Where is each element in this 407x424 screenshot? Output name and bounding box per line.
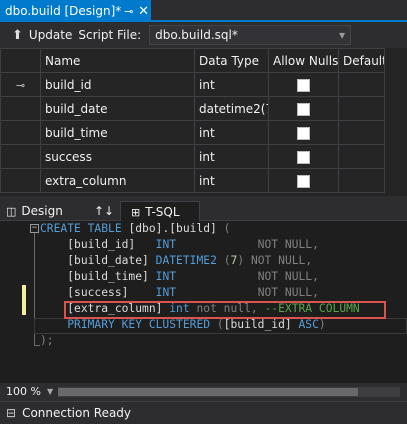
status-bar: ⊟ Connection Ready [0, 401, 407, 424]
zoom-chevron-down-icon[interactable]: ▼ [47, 387, 53, 396]
pin-icon[interactable]: ⊸ [121, 5, 136, 18]
cell-default[interactable] [338, 96, 385, 121]
cell-allow-nulls[interactable] [268, 72, 339, 97]
column-header-data-type[interactable]: Data Type [194, 48, 269, 73]
row-selector[interactable] [0, 120, 41, 145]
script-icon: ⊞ [131, 205, 141, 219]
grid-header-row: Name Data Type Allow Nulls Default [0, 48, 385, 73]
cell-name[interactable]: build_date [40, 96, 195, 121]
cell-name[interactable]: extra_column [40, 168, 195, 193]
document-tab[interactable]: dbo.build [Design]* ⊸ ✕ [0, 0, 151, 22]
designer-toolbar: ⬆ Update Script File: dbo.build.sql* ▼ [0, 22, 407, 48]
cell-default[interactable] [338, 144, 385, 169]
cell-name[interactable]: build_id [40, 72, 195, 97]
code-line: [build_id] INT NOT NULL, [67, 238, 319, 251]
zoom-level[interactable]: 100 % [6, 385, 41, 398]
cell-default[interactable] [338, 168, 385, 193]
code-lines: CREATE TABLE [dbo].[build] ( [build_id] … [40, 221, 360, 349]
tsql-editor[interactable]: − CREATE TABLE [dbo].[build] ( [build_id… [0, 221, 407, 383]
code-line: ); [40, 334, 54, 347]
cell-allow-nulls[interactable] [268, 144, 339, 169]
allow-nulls-checkbox[interactable] [297, 78, 310, 92]
cell-default[interactable] [338, 72, 385, 97]
row-selector[interactable] [0, 168, 41, 193]
code-line: [build_time] INT NOT NULL, [67, 270, 319, 283]
allow-nulls-checkbox[interactable] [297, 150, 310, 164]
upload-icon: ⬆ [12, 27, 23, 43]
cell-default[interactable] [338, 120, 385, 145]
close-icon[interactable]: ✕ [136, 4, 151, 19]
cell-allow-nulls[interactable] [268, 120, 339, 145]
status-text: Connection Ready [22, 406, 132, 420]
tab-tsql[interactable]: ⊞ T-SQL [120, 201, 200, 222]
allow-nulls-checkbox[interactable] [297, 174, 310, 188]
update-label: Update [28, 28, 73, 42]
allow-nulls-checkbox[interactable] [297, 126, 310, 140]
allow-nulls-checkbox[interactable] [297, 102, 310, 116]
cell-data-type[interactable]: int [194, 144, 269, 169]
cell-allow-nulls[interactable] [268, 168, 339, 193]
row-selector-header [0, 48, 41, 73]
table-row[interactable]: ⊸ build_id int [0, 72, 385, 97]
swap-icon: ↑↓ [94, 204, 115, 218]
cell-data-type[interactable]: int [194, 120, 269, 145]
swap-panes-button[interactable]: ↑↓ [94, 201, 114, 221]
cell-name[interactable]: build_time [40, 120, 195, 145]
column-header-default[interactable]: Default [338, 48, 385, 73]
chevron-down-icon: ▼ [339, 30, 346, 40]
table-row[interactable]: build_date datetime2(7) [0, 96, 385, 121]
extra-column-highlight-box [64, 301, 386, 319]
tab-design[interactable]: ◫ Design [6, 201, 63, 221]
connection-icon: ⊟ [6, 406, 17, 420]
row-selector[interactable]: ⊸ [0, 72, 41, 97]
cell-data-type[interactable]: int [194, 72, 269, 97]
horizontal-scrollbar[interactable] [58, 387, 400, 397]
table-row[interactable]: success int [0, 144, 385, 169]
script-file-value: dbo.build.sql* [155, 28, 238, 42]
column-header-name[interactable]: Name [40, 48, 195, 73]
editor-margin [0, 221, 34, 383]
table-row[interactable]: extra_column int [0, 168, 385, 193]
cell-data-type[interactable]: datetime2(7) [194, 96, 269, 121]
cell-allow-nulls[interactable] [268, 96, 339, 121]
script-file-combo[interactable]: dbo.build.sql* ▼ [149, 25, 352, 45]
code-line: [build_date] DATETIME2 (7) NOT NULL, [67, 254, 313, 267]
table-row[interactable]: build_time int [0, 120, 385, 145]
code-line: PRIMARY KEY CLUSTERED ([build_id] ASC) [67, 318, 326, 331]
document-tab-title: dbo.build [Design]* [5, 4, 122, 18]
document-tab-strip: dbo.build [Design]* ⊸ ✕ [0, 0, 407, 22]
code-line: [success] INT NOT NULL, [67, 286, 319, 299]
update-button[interactable]: ⬆ Update [8, 24, 76, 46]
primary-key-icon: ⊸ [15, 78, 26, 92]
tab-design-label: Design [21, 204, 63, 218]
scrollbar-thumb[interactable] [58, 388, 358, 396]
collapse-icon[interactable]: − [30, 224, 39, 233]
columns-grid: Name Data Type Allow Nulls Default ⊸ bui… [0, 48, 407, 196]
script-file-label: Script File: [78, 28, 142, 42]
row-selector[interactable] [0, 144, 41, 169]
code-line: CREATE TABLE [dbo].[build] ( [40, 222, 231, 235]
column-header-allow-nulls[interactable]: Allow Nulls [268, 48, 339, 73]
change-indicator [22, 285, 26, 315]
design-icon: ◫ [6, 204, 17, 218]
cell-name[interactable]: success [40, 144, 195, 169]
cell-data-type[interactable]: int [194, 168, 269, 193]
zoom-bar: 100 % ▼ [0, 383, 407, 400]
pane-tabs: ◫ Design ↑↓ ⊞ T-SQL [0, 201, 407, 222]
row-selector[interactable] [0, 96, 41, 121]
tab-tsql-label: T-SQL [145, 205, 180, 219]
